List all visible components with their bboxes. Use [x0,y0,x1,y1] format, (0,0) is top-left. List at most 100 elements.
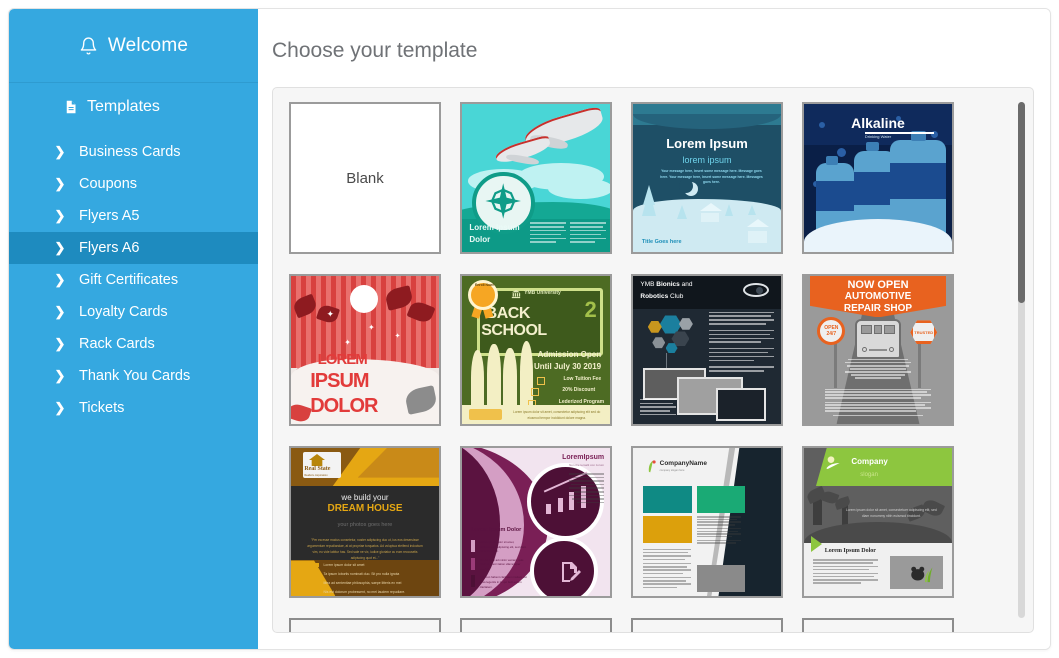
sidebar-item-flyers-a5[interactable]: ❯ Flyers A5 [9,200,258,232]
bus-icon [855,318,901,359]
cs-brand-sub: slogan [860,471,878,478]
sidebar-item-coupons[interactable]: ❯ Coupons [9,168,258,200]
template-grid: Blank Lorem Ipsum Dolor Lorem Ipsum lore… [273,88,1011,632]
sidebar-welcome-header[interactable]: Welcome [9,9,258,83]
template-card-winter[interactable]: Lorem Ipsum lorem ipsum Your message her… [631,102,783,254]
pu-item-3: Typi non habent claritatem insitam est u… [479,575,527,589]
template-title: Alkaline [851,114,905,131]
admission-line2: Until July 30 2019 [533,361,602,371]
template-card-bionics[interactable]: YMB Bionics and Robotics Club [631,274,783,426]
sidebar-item-business-cards[interactable]: ❯ Business Cards [9,136,258,168]
template-card-partial[interactable] [289,618,441,632]
chevron-right-icon: ❯ [54,176,66,191]
template-title2: 2 [584,297,597,323]
ribbon-text: Enroll Now! [474,283,494,288]
rs-bullet-2: Ta ipsum lobortis nominati duo. Sit pro … [323,572,400,577]
sidebar-item-label: Tickets [79,400,125,416]
sidebar-item-label: Thank You Cards [79,368,191,384]
scrollbar-track[interactable] [1018,102,1025,618]
template-thumbnail: ✦ ✦ ✦ ✦ LOREM IPSUM DOLOR [291,276,439,424]
template-thumbnail: LoremIpsum Non the temalit con zorum Lor… [462,448,610,596]
pu-title: LoremIpsum [562,453,605,461]
template-thumbnail: Lorem Ipsum lorem ipsum Your message her… [633,104,781,252]
template-thumbnail: Blank [291,104,439,252]
chevron-right-icon: ❯ [54,208,66,223]
templates-label: Templates [87,97,160,115]
template-body: Your message here, Insert some message h… [660,169,763,184]
template-subtitle: Dolor [469,235,491,245]
title-ymb: YMB [640,280,655,288]
pu-section: Lorem Ipsum Dolor [470,526,522,533]
title-and: and [681,280,693,288]
head-1: we build your [341,492,389,502]
chevron-right-icon: ❯ [54,336,66,351]
template-thumbnail: Lorem Ipsum Dolor [462,104,610,252]
template-card-partial[interactable] [460,618,612,632]
auto-line3: REPAIR SHOP [843,303,913,315]
chevron-right-icon: ❯ [54,304,66,319]
template-card-alkaline[interactable]: Alkaline Drinking Water [802,102,954,254]
template-title: Lorem Ipsum [469,223,520,233]
template-card-back2school[interactable]: Enroll Now! YMB University BACK 2 SCHOOL [460,274,612,426]
rs-bullet-4: Nis est dolorum probessent, no mei laude… [323,589,406,594]
sidebar-item-loyalty-cards[interactable]: ❯ Loyalty Cards [9,296,258,328]
chevron-right-icon: ❯ [54,144,66,159]
chevron-right-icon: ❯ [54,400,66,415]
rs-bullet-3: Mea ad sententiae philosophia, saepe lit… [323,581,402,586]
template-card-beach[interactable]: ✦ ✦ ✦ ✦ LOREM IPSUM DOLOR [289,274,441,426]
template-card-partial[interactable] [631,618,783,632]
bell-icon [79,36,98,56]
template-card-airplane[interactable]: Lorem Ipsum Dolor [460,102,612,254]
sidebar: Welcome Templates ❯ Business Cards ❯ Coupon… [9,9,258,649]
rs-bullet-1: Lorem ipsum dolor sit amet [323,563,365,568]
cs-section: Lorem Ipsum Dolor [824,547,876,554]
chevron-right-icon: ❯ [54,272,66,287]
pu-item-2: Ut wisi enim ad minim veniam, quis nostr… [479,557,524,572]
cs-body: Lorem ipsum dolor sit amet, consectetuer… [845,508,937,519]
template-thumbnail: NOW OPEN AUTOMOTIVE REPAIR SHOP OPEN 24/… [804,276,952,424]
university-label: YMB University [524,289,561,296]
template-line1: LOREM [317,350,368,368]
template-card-companyslogan[interactable]: Company slogan Lorem ipsum dolor sit ame… [802,446,954,598]
sidebar-item-label: Coupons [79,176,138,192]
app-window: Welcome Templates ❯ Business Cards ❯ Coupon… [8,8,1051,650]
template-card-purple[interactable]: LoremIpsum Non the temalit con zorum Lor… [460,446,612,598]
template-card-realstate[interactable]: Real State Realtors corporation we build… [289,446,441,598]
chevron-right-icon: ❯ [54,240,66,255]
bullet-2: 20% Discount [562,387,596,394]
template-thumbnail: Company slogan Lorem ipsum dolor sit ame… [804,448,952,596]
template-card-companyname[interactable]: CompanyName company slogan here [631,446,783,598]
sidebar-item-label: Loyalty Cards [79,304,168,320]
template-thumbnail: Alkaline Drinking Water [804,104,952,252]
cs-brand: Company [851,457,888,467]
sidebar-item-tickets[interactable]: ❯ Tickets [9,392,258,424]
template-card-automotive[interactable]: NOW OPEN AUTOMOTIVE REPAIR SHOP OPEN 24/… [802,274,954,426]
template-thumbnail: YMB Bionics and Robotics Club [633,276,781,424]
photo-placeholder: your photos goes here [337,522,393,528]
sidebar-item-flyers-a6[interactable]: ❯ Flyers A6 [9,232,258,264]
sidebar-nav-list: ❯ Business Cards ❯ Coupons ❯ Flyers A5 ❯ Flyers… [9,130,258,424]
sidebar-item-gift-certificates[interactable]: ❯ Gift Certificates [9,264,258,296]
template-card-partial[interactable] [802,618,954,632]
welcome-label: Welcome [107,34,189,56]
bullet-1: Low Tuition Fee [563,375,602,382]
sidebar-item-label: Flyers A5 [79,208,140,224]
template-card-blank[interactable]: Blank [289,102,441,254]
head-2: DREAM HOUSE [327,503,403,515]
sidebar-item-rack-cards[interactable]: ❯ Rack Cards [9,328,258,360]
pu-item-1: Lorem ipsum dolor sit amet, consectetuer… [479,539,527,554]
template-thumbnail: Enroll Now! YMB University BACK 2 SCHOOL [462,276,610,424]
title-bionics: Bionics [656,280,680,288]
sidebar-item-thank-you-cards[interactable]: ❯ Thank You Cards [9,360,258,392]
template-line3: DOLOR [310,395,378,418]
badge-trusted: TRUSTED [914,329,934,335]
cn-brand: CompanyName [659,460,707,468]
brand-sub: Realtors corporation [304,473,328,477]
chevron-right-icon: ❯ [54,368,66,383]
bionics-title2: Robotics Club [640,293,683,301]
template-line2: IPSUM [310,369,369,392]
auto-line2: AUTOMOTIVE [844,291,912,303]
scrollbar-thumb[interactable] [1018,102,1025,304]
page-title: Choose your template [272,39,478,62]
sidebar-section-templates[interactable]: Templates [9,83,258,130]
